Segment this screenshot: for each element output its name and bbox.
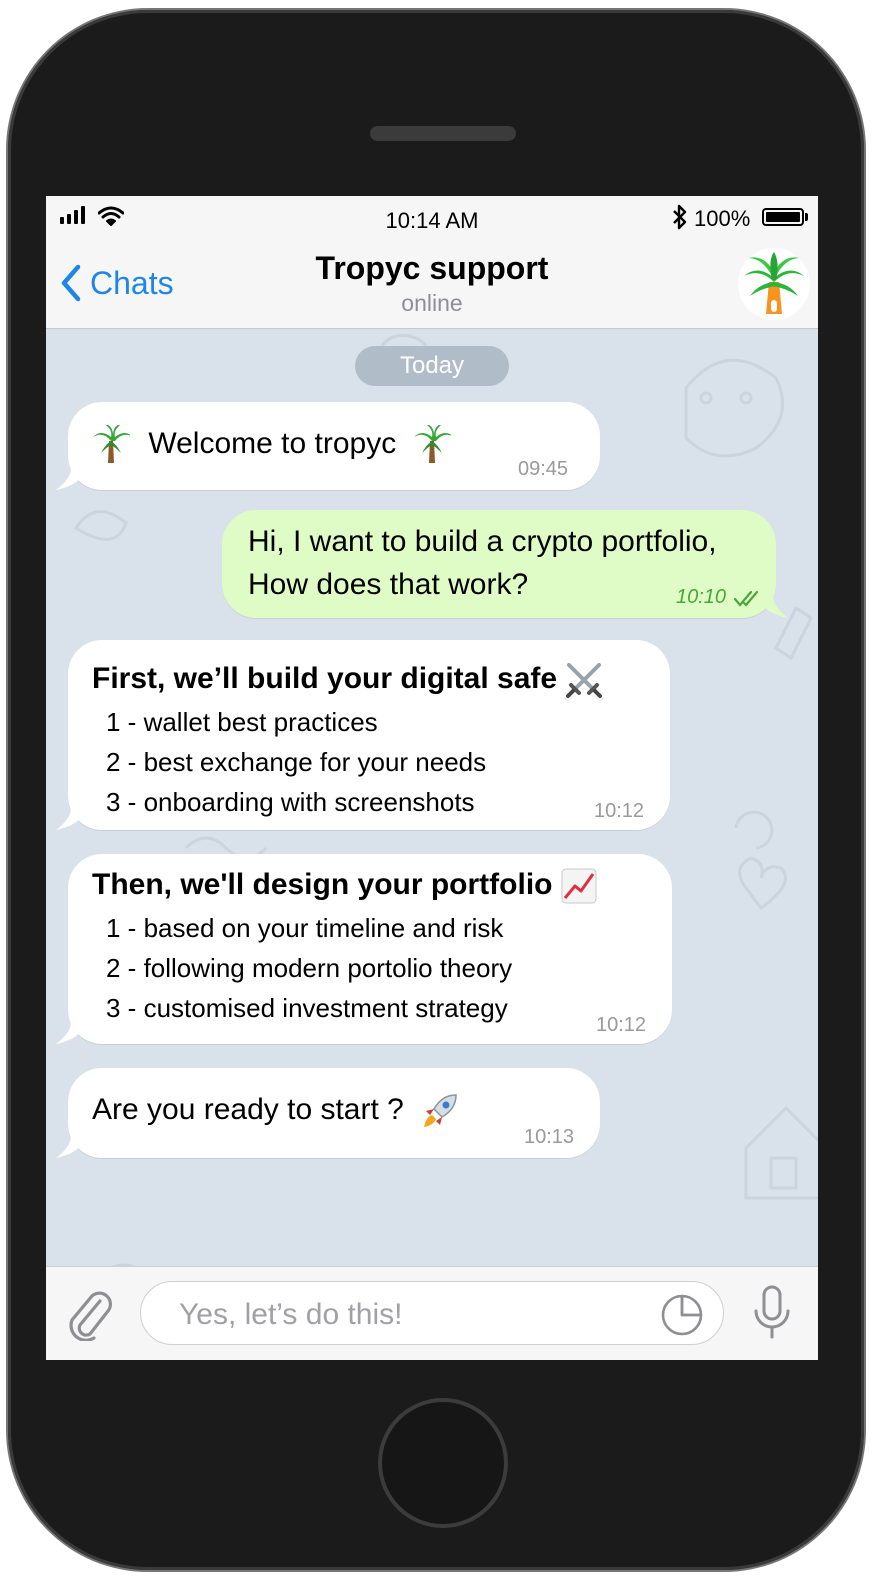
message-text: Are you ready to start ? bbox=[92, 1093, 404, 1126]
message-input-text: Yes, let’s do this! bbox=[179, 1298, 403, 1331]
crossed-swords-emoji bbox=[566, 663, 603, 699]
battery-tip bbox=[805, 213, 808, 221]
microphone-icon[interactable] bbox=[752, 1285, 792, 1341]
palm-tree-emoji bbox=[413, 425, 451, 464]
chat-header: Chats Tropyc support online bbox=[46, 242, 818, 329]
chat-title[interactable]: Tropyc support bbox=[46, 250, 818, 287]
chart-increasing-emoji bbox=[561, 868, 597, 904]
message-time: 09:45 bbox=[518, 458, 569, 480]
message-time: 10:13 bbox=[524, 1126, 575, 1148]
message-heading: First, we’ll build your digital safe bbox=[92, 662, 558, 695]
rocket-emoji bbox=[424, 1094, 457, 1128]
message-input[interactable]: Yes, let’s do this! bbox=[140, 1281, 724, 1345]
sticker-icon[interactable] bbox=[661, 1294, 703, 1336]
status-bar: 10:14 AM 100% bbox=[46, 196, 818, 242]
message-line: How does that work? bbox=[248, 568, 529, 601]
list-item: 3 - customised investment strategy bbox=[106, 993, 508, 1023]
list-item: 3 - onboarding with screenshots bbox=[106, 787, 475, 817]
message-heading: Then, we'll design your portfolio bbox=[92, 868, 553, 901]
message-time: 10:10 bbox=[676, 586, 727, 608]
message-bubble-incoming[interactable]: Are you ready to start ? 10:13 bbox=[56, 1068, 600, 1158]
composer-bar: Yes, let’s do this! bbox=[46, 1266, 818, 1360]
message-text: Welcome to tropyc bbox=[148, 427, 397, 460]
paperclip-icon[interactable] bbox=[66, 1287, 112, 1341]
screen: 10:14 AM 100% Chats Tropyc support onlin… bbox=[46, 196, 818, 1360]
bubble-tail bbox=[56, 1134, 86, 1158]
list-item: 2 - following modern portolio theory bbox=[106, 953, 513, 983]
list-item: 1 - based on your timeline and risk bbox=[106, 913, 504, 943]
battery-percent: 100% bbox=[694, 206, 751, 231]
earpiece-speaker bbox=[370, 126, 516, 141]
list-item: 2 - best exchange for your needs bbox=[106, 747, 487, 777]
battery-icon bbox=[762, 208, 804, 226]
message-bubble-incoming[interactable]: Then, we'll design your portfolio 1 - ba… bbox=[56, 854, 672, 1044]
message-bubble-incoming[interactable]: First, we’ll build your digital safe 1 -… bbox=[56, 640, 670, 830]
avatar[interactable] bbox=[738, 248, 810, 320]
bubble-tail bbox=[56, 1020, 86, 1044]
palm-tree-avatar bbox=[738, 248, 810, 320]
message-bubble-outgoing[interactable]: Hi, I want to build a crypto portfolio, … bbox=[222, 510, 788, 618]
message-line: Hi, I want to build a crypto portfolio, bbox=[248, 525, 717, 558]
double-check-icon bbox=[734, 590, 759, 607]
bubble-tail bbox=[56, 466, 86, 490]
list-item: 1 - wallet best practices bbox=[106, 707, 378, 737]
message-time: 10:12 bbox=[594, 800, 645, 822]
message-time: 10:12 bbox=[596, 1014, 647, 1036]
phone-frame: 10:14 AM 100% Chats Tropyc support onlin… bbox=[8, 10, 864, 1570]
date-separator: Today bbox=[355, 346, 509, 386]
chat-status: online bbox=[401, 290, 463, 316]
bubble-tail bbox=[56, 806, 86, 830]
message-bubble-incoming[interactable]: Welcome to tropyc 09:45 bbox=[56, 402, 600, 490]
home-button[interactable] bbox=[378, 1398, 508, 1528]
palm-tree-emoji bbox=[93, 425, 130, 464]
bluetooth-icon bbox=[673, 204, 687, 230]
